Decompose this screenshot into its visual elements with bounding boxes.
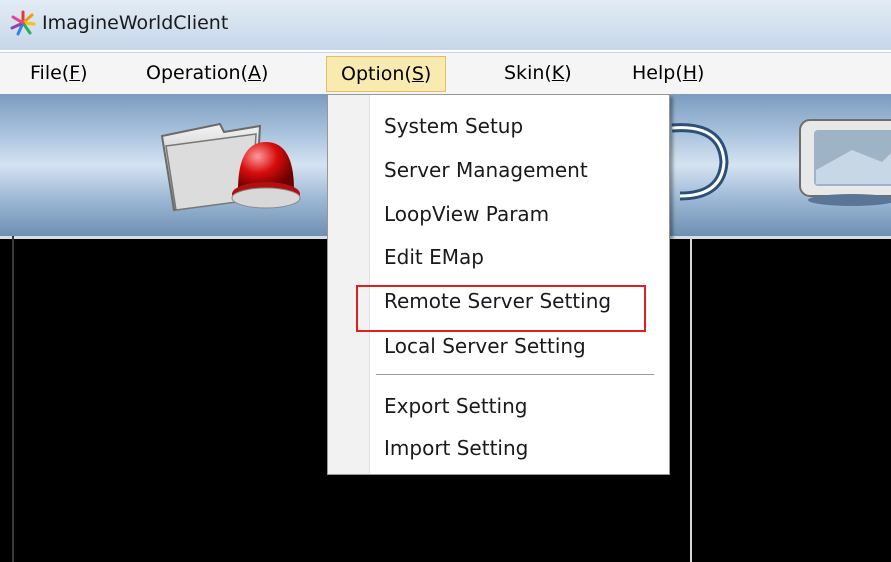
menu-item-loopview-param[interactable]: LoopView Param bbox=[384, 199, 549, 229]
menu-help[interactable]: Help(H) bbox=[632, 57, 704, 89]
left-pane-border bbox=[12, 236, 14, 562]
video-pane-divider bbox=[690, 236, 692, 562]
menu-item-edit-emap[interactable]: Edit EMap bbox=[384, 242, 484, 272]
menu-skin-close: ) bbox=[564, 62, 572, 84]
menu-file-mnemonic: F bbox=[69, 62, 81, 84]
menu-option[interactable]: Option(S) bbox=[326, 56, 447, 92]
highlight-annotation-box bbox=[356, 285, 646, 332]
app-logo-icon bbox=[10, 10, 36, 36]
window-title: ImagineWorldClient bbox=[42, 12, 229, 34]
menu-operation-label: Operation( bbox=[146, 62, 248, 84]
menu-option-close: ) bbox=[423, 63, 432, 85]
alarm-siren-icon[interactable] bbox=[228, 134, 304, 216]
menu-operation[interactable]: Operation(A) bbox=[146, 57, 268, 89]
menu-file[interactable]: File(F) bbox=[30, 57, 88, 89]
menu-bar: File(F) Operation(A) Option(S) Skin(K) H… bbox=[0, 52, 891, 95]
menu-separator bbox=[376, 374, 654, 375]
menu-help-mnemonic: H bbox=[682, 62, 698, 84]
menu-help-close: ) bbox=[697, 62, 705, 84]
menu-item-export-setting[interactable]: Export Setting bbox=[384, 391, 527, 421]
menu-file-label: File( bbox=[30, 62, 70, 84]
menu-operation-close: ) bbox=[260, 62, 269, 84]
menu-item-import-setting[interactable]: Import Setting bbox=[384, 433, 528, 463]
app-window: ImagineWorldClient File(F) Operation(A) … bbox=[0, 0, 891, 562]
monitor-screen-icon[interactable] bbox=[792, 112, 891, 208]
menu-help-label: Help( bbox=[632, 62, 683, 84]
menu-skin-mnemonic: K bbox=[551, 62, 565, 84]
title-bar: ImagineWorldClient bbox=[0, 0, 891, 50]
menu-item-server-management[interactable]: Server Management bbox=[384, 155, 588, 185]
menu-option-mnemonic: S bbox=[411, 63, 424, 85]
menu-skin[interactable]: Skin(K) bbox=[504, 57, 572, 89]
menu-skin-label: Skin( bbox=[504, 62, 552, 84]
menu-file-close: ) bbox=[80, 62, 88, 84]
menu-item-local-server-setting[interactable]: Local Server Setting bbox=[384, 331, 586, 361]
menu-option-label: Option( bbox=[341, 63, 412, 85]
menu-item-system-setup[interactable]: System Setup bbox=[384, 111, 523, 141]
menu-operation-mnemonic: A bbox=[247, 62, 261, 84]
